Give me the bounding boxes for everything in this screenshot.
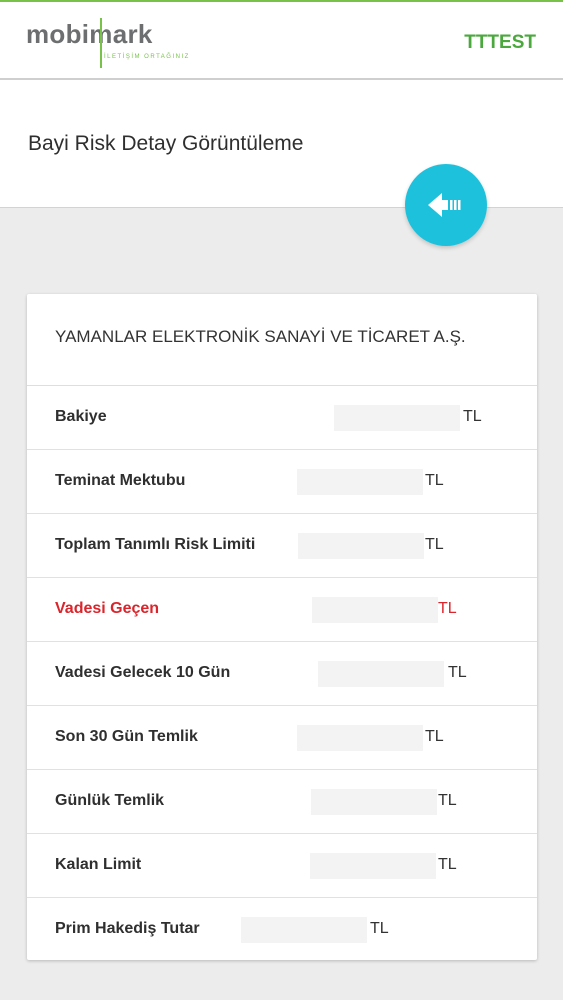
logo-accent-bar: [100, 18, 102, 68]
row-label: Prim Hakediş Tutar: [55, 920, 200, 937]
currency-label: TL: [370, 920, 389, 937]
row-prim-hakedis: Prim Hakediş Tutar TL: [27, 898, 537, 962]
value-field: [298, 533, 424, 559]
top-bar: mobimark İLETİŞİM ORTAĞINIZ TTTEST: [0, 0, 563, 80]
back-arrow-icon: [428, 193, 461, 217]
currency-label: TL: [448, 664, 467, 681]
value-field: [297, 469, 423, 495]
risk-detail-card: YAMANLAR ELEKTRONİK SANAYİ VE TİCARET A.…: [27, 294, 537, 960]
row-label: Vadesi Gelecek 10 Gün: [55, 664, 231, 681]
value-field: [312, 597, 438, 623]
row-vadesi-gelecek: Vadesi Gelecek 10 Gün TL: [27, 642, 537, 706]
risk-rows: Bakiye TL Teminat Mektubu TL Toplam Tanı…: [27, 386, 537, 962]
value-field: [310, 853, 436, 879]
company-name: YAMANLAR ELEKTRONİK SANAYİ VE TİCARET A.…: [27, 294, 537, 386]
currency-label: TL: [438, 600, 457, 617]
page-title: Bayi Risk Detay Görüntüleme: [28, 132, 304, 155]
currency-label: TL: [425, 472, 444, 489]
value-field: [334, 405, 460, 431]
currency-label: TL: [425, 536, 444, 553]
row-toplam-risk-limiti: Toplam Tanımlı Risk Limiti TL: [27, 514, 537, 578]
currency-label: TL: [425, 728, 444, 745]
user-label[interactable]: TTTEST: [464, 32, 536, 54]
row-son-30-gun-temlik: Son 30 Gün Temlik TL: [27, 706, 537, 770]
row-kalan-limit: Kalan Limit TL: [27, 834, 537, 898]
mobimark-logo[interactable]: mobimark İLETİŞİM ORTAĞINIZ: [26, 18, 216, 70]
row-teminat-mektubu: Teminat Mektubu TL: [27, 450, 537, 514]
value-field: [297, 725, 423, 751]
row-gunluk-temlik: Günlük Temlik TL: [27, 770, 537, 834]
value-field: [241, 917, 367, 943]
value-field: [318, 661, 444, 687]
value-field: [311, 789, 437, 815]
row-label: Kalan Limit: [55, 856, 142, 873]
logo-text: mobimark: [26, 19, 153, 49]
currency-label: TL: [463, 408, 482, 425]
row-label: Son 30 Gün Temlik: [55, 728, 198, 745]
row-label: Günlük Temlik: [55, 792, 165, 809]
row-label: Vadesi Geçen: [55, 600, 160, 617]
logo-tagline: İLETİŞİM ORTAĞINIZ: [104, 54, 190, 60]
row-label: Bakiye: [55, 408, 107, 425]
row-label: Teminat Mektubu: [55, 472, 186, 489]
row-bakiye: Bakiye TL: [27, 386, 537, 450]
back-button[interactable]: [405, 164, 487, 246]
currency-label: TL: [438, 792, 457, 809]
row-vadesi-gecen: Vadesi Geçen TL: [27, 578, 537, 642]
row-label: Toplam Tanımlı Risk Limiti: [55, 536, 256, 553]
currency-label: TL: [438, 856, 457, 873]
